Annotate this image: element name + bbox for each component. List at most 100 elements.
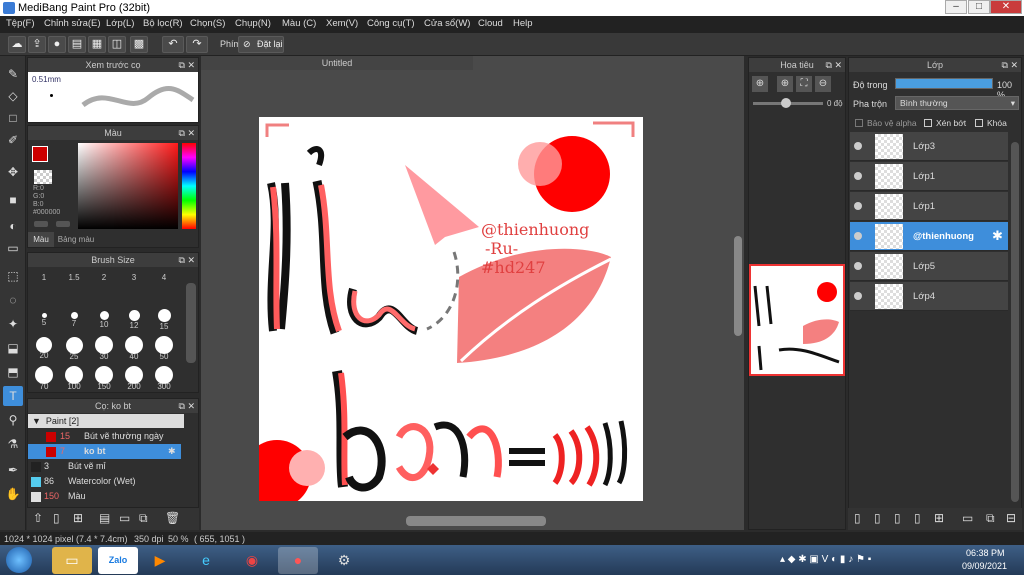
zoom-out-icon[interactable]: ⊖ <box>815 76 831 92</box>
brush-item[interactable]: 3 Bút vẽ mỉ <box>28 459 181 474</box>
brush-group[interactable]: ▼ Paint [2] <box>28 414 184 428</box>
menu-select[interactable]: Chọn(S) <box>190 18 225 29</box>
brush-size-option[interactable]: 10 <box>89 303 119 329</box>
add-brush-icon[interactable]: ⊞ <box>73 511 83 525</box>
cloud-icon[interactable]: ☁ <box>8 36 26 53</box>
lock-checkbox[interactable] <box>975 119 983 127</box>
horizontal-scrollbar[interactable] <box>406 516 546 526</box>
tab-color[interactable]: Màu <box>28 232 54 247</box>
eye-icon[interactable] <box>854 232 862 240</box>
layer-row[interactable]: Lớp4 <box>850 282 1008 311</box>
panel-close-icon[interactable]: ⧉ ✕ <box>826 58 842 72</box>
eye-icon[interactable] <box>854 262 862 270</box>
brush-size-scrollbar[interactable] <box>186 283 196 363</box>
vertical-scrollbar[interactable] <box>734 236 742 336</box>
duplicate-layer-icon[interactable]: ⧉ <box>986 511 995 526</box>
clip-checkbox[interactable] <box>924 119 932 127</box>
new-icon[interactable]: ▯ <box>53 511 60 525</box>
folder-icon[interactable]: ▭ <box>962 511 973 525</box>
pen-tool-icon[interactable]: ✐ <box>3 130 23 150</box>
color-opt-a[interactable] <box>34 221 48 227</box>
zoom-in-icon[interactable]: ⊕ <box>752 76 768 92</box>
fit-icon[interactable]: ⛶ <box>796 76 812 92</box>
layer-scrollbar[interactable] <box>1011 142 1019 502</box>
brush-item[interactable]: 86 Watercolor (Wet) <box>28 474 181 489</box>
brush-size-option[interactable]: 2 <box>89 273 119 282</box>
primary-color-swatch[interactable] <box>32 146 48 162</box>
brush-size-option[interactable]: 1 <box>29 273 59 282</box>
brush-tool-icon[interactable]: ✎ <box>3 64 23 84</box>
panel-close-icon[interactable]: ⧉ ✕ <box>179 126 195 140</box>
zoom-plus-icon[interactable]: ⊕ <box>777 76 793 92</box>
brush-size-option[interactable]: 200 <box>119 363 149 391</box>
color-opt-b[interactable] <box>56 221 70 227</box>
doc-tab[interactable]: Untitled <box>201 56 473 70</box>
add-layer-menu-icon[interactable]: ⊞ <box>934 511 944 525</box>
menu-filter[interactable]: Bộ lọc(R) <box>143 18 183 29</box>
chat-icon[interactable]: ● <box>48 36 66 53</box>
brush-size-option[interactable]: 4 <box>149 273 179 282</box>
brush-size-option[interactable]: 3 <box>119 273 149 282</box>
layer-row[interactable]: Lớp1 <box>850 162 1008 191</box>
rect-tool-icon[interactable]: □ <box>3 108 23 128</box>
zalo-icon[interactable]: Zalo <box>98 547 138 574</box>
ie-icon[interactable]: e <box>186 547 226 574</box>
brush-size-option[interactable]: 25 <box>59 333 89 361</box>
brush-size-option[interactable]: 50 <box>149 333 179 361</box>
eye-icon[interactable] <box>854 142 862 150</box>
select-eraser-icon[interactable]: ⬒ <box>3 362 23 382</box>
brush-size-option[interactable]: 40 <box>119 333 149 361</box>
document-canvas[interactable]: @thienhuong -Ru- #hd247 <box>259 117 643 501</box>
grid-icon[interactable]: ▩ <box>130 36 148 53</box>
minimize-button[interactable]: – <box>945 0 967 14</box>
gear-icon[interactable]: ✱ <box>168 444 176 459</box>
brush-item[interactable]: 7 ko bt ✱ <box>28 444 181 459</box>
upload-icon[interactable]: ⇧ <box>33 511 43 525</box>
layer-row[interactable]: Lớp1 <box>850 192 1008 221</box>
layer-row[interactable]: Lớp5 <box>850 252 1008 281</box>
layer-row[interactable]: Lớp3 <box>850 132 1008 161</box>
undo-icon[interactable]: ↶ <box>162 36 184 53</box>
new-1bit-layer-icon[interactable]: ▯ <box>914 511 921 525</box>
menu-view[interactable]: Xem(V) <box>326 18 358 29</box>
brush-size-option[interactable]: 15 <box>149 303 179 331</box>
menu-help[interactable]: Help <box>513 18 533 29</box>
select-tool-icon[interactable]: ⬚ <box>3 266 23 286</box>
panel-close-icon[interactable]: ⧉ ✕ <box>1002 58 1018 72</box>
menu-cloud[interactable]: Cloud <box>478 18 503 29</box>
reset-button[interactable]: ⊘ Đặt lại <box>238 36 284 53</box>
maximize-button[interactable]: □ <box>968 0 990 14</box>
start-button[interactable] <box>6 547 32 573</box>
eye-icon[interactable] <box>854 202 862 210</box>
panel-close-icon[interactable]: ⧉ ✕ <box>179 399 195 413</box>
new-layer-icon[interactable]: ▯ <box>854 511 861 525</box>
tool-app-icon[interactable]: ⚙ <box>324 547 364 574</box>
menu-color[interactable]: Màu (C) <box>282 18 316 29</box>
magic-wand-icon[interactable]: ✦ <box>3 314 23 334</box>
media-player-icon[interactable]: ▶ <box>140 547 180 574</box>
color-sv-picker[interactable] <box>78 143 178 229</box>
merge-layer-icon[interactable]: ⊟ <box>1006 511 1016 525</box>
hue-slider[interactable] <box>182 143 196 229</box>
eye-icon[interactable] <box>854 292 862 300</box>
panel-close-icon[interactable]: ⧉ ✕ <box>179 253 195 267</box>
close-button[interactable]: ✕ <box>990 0 1022 14</box>
brush-size-option[interactable]: 7 <box>59 303 89 328</box>
chrome-icon[interactable]: ◉ <box>232 547 272 574</box>
new-8bit-layer-icon[interactable]: ▯ <box>894 511 901 525</box>
comment-icon[interactable]: ▤ <box>68 36 86 53</box>
tray-icons[interactable]: ▴ ◆ ✱ ▣ V ◐ ▮ ♪ ⚑ ▪ <box>780 554 871 565</box>
brush-size-option[interactable]: 30 <box>89 333 119 361</box>
brush-size-option[interactable]: 100 <box>59 363 89 391</box>
brush-size-option[interactable]: 150 <box>89 363 119 391</box>
menu-edit[interactable]: Chỉnh sửa(E) <box>44 18 101 29</box>
new-halftone-layer-icon[interactable]: ▯ <box>874 511 881 525</box>
eye-icon[interactable] <box>854 172 862 180</box>
brush-size-option[interactable]: 5 <box>29 303 59 327</box>
doc-icon[interactable]: ▦ <box>88 36 106 53</box>
brush-size-option[interactable]: 20 <box>29 333 59 360</box>
transparent-swatch[interactable] <box>34 170 52 184</box>
protect-alpha-checkbox[interactable] <box>855 119 863 127</box>
hand-tool-icon[interactable]: ✋ <box>3 484 23 504</box>
eraser-tool-icon[interactable]: ◇ <box>3 86 23 106</box>
